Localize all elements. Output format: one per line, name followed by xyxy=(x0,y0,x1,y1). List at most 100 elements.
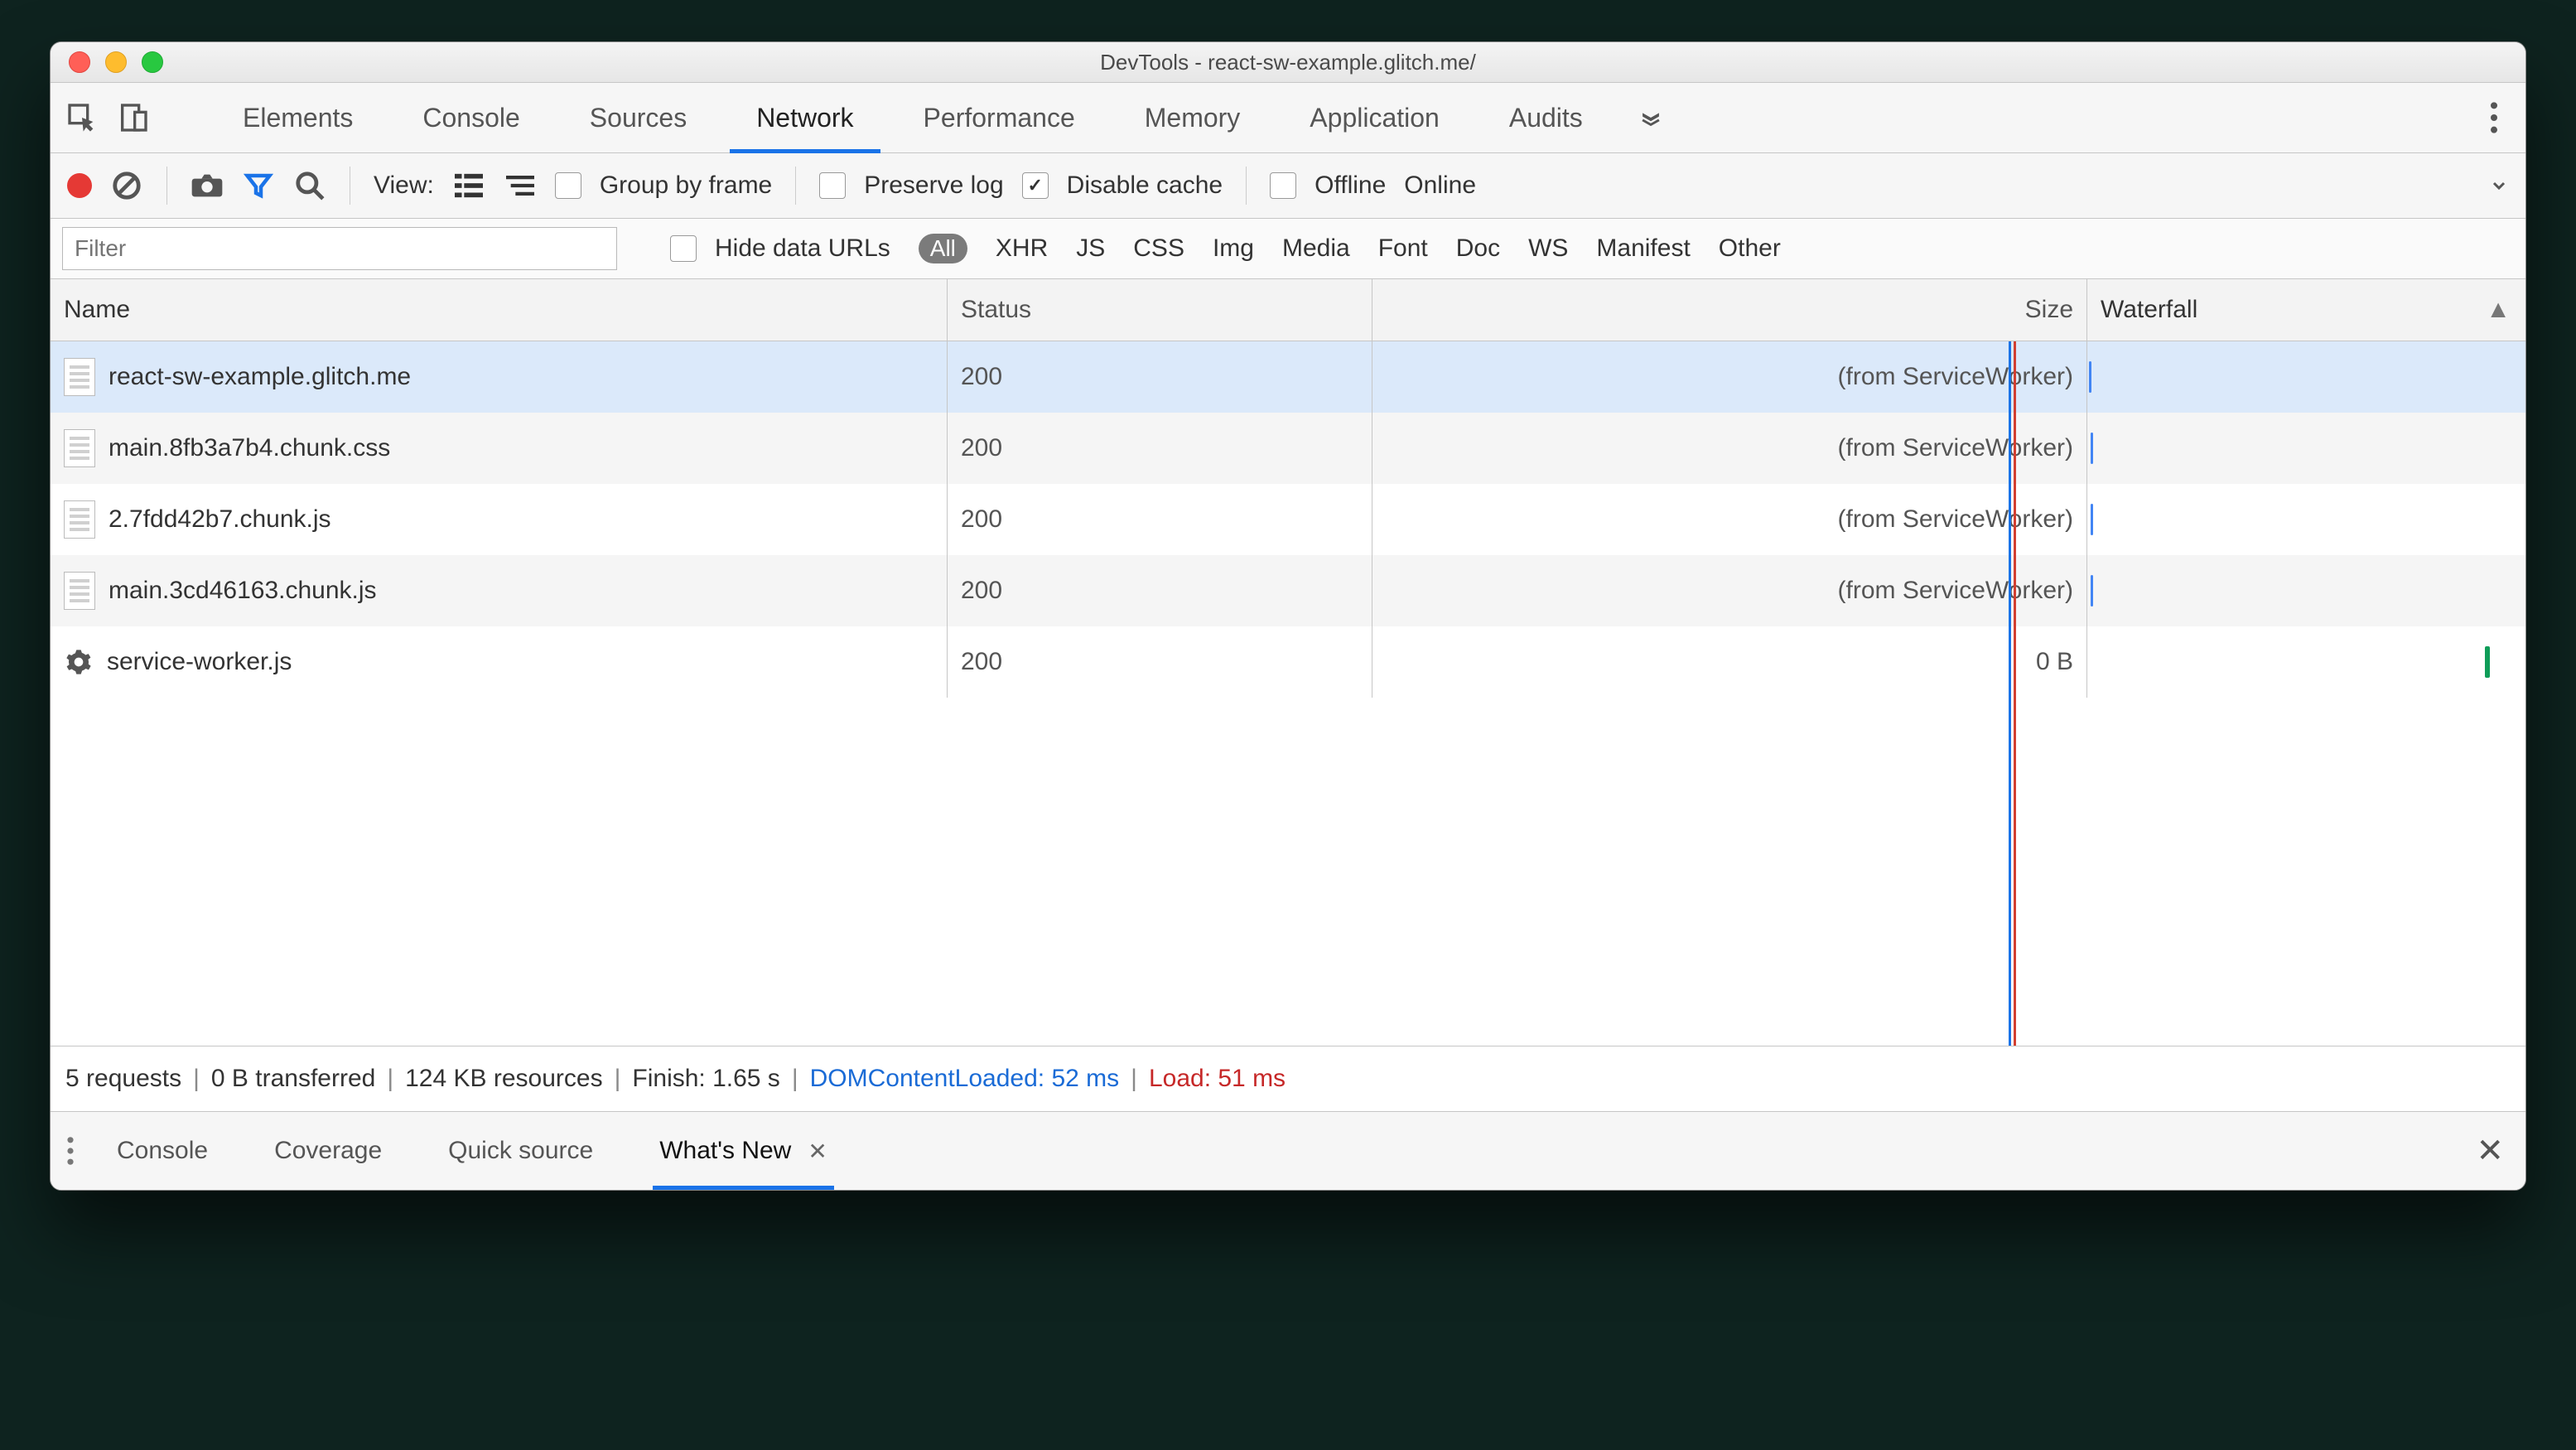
table-header: Name Status Size Waterfall ▲ xyxy=(51,279,2525,341)
window-title: DevTools - react-sw-example.glitch.me/ xyxy=(51,50,2525,75)
large-rows-icon[interactable] xyxy=(452,169,485,202)
tab-sources[interactable]: Sources xyxy=(555,83,721,152)
tab-audits[interactable]: Audits xyxy=(1474,83,1618,152)
type-filter-js[interactable]: JS xyxy=(1076,234,1105,263)
request-name: service-worker.js xyxy=(107,648,292,676)
minimize-window-button[interactable] xyxy=(105,51,127,73)
document-icon xyxy=(64,358,95,396)
tab-application[interactable]: Application xyxy=(1275,83,1474,152)
filter-bar: Hide data URLs All XHR JS CSS Img Media Font Do… xyxy=(51,219,2525,279)
tab-memory[interactable]: Memory xyxy=(1110,83,1276,152)
zoom-window-button[interactable] xyxy=(142,51,163,73)
tab-performance[interactable]: Performance xyxy=(889,83,1110,152)
network-toolbar: View: Group by frame Preserve log Disabl… xyxy=(51,153,2525,219)
filter-icon[interactable] xyxy=(242,169,275,202)
table-row[interactable]: service-worker.js 2000 B xyxy=(51,626,2525,698)
close-window-button[interactable] xyxy=(69,51,90,73)
table-row[interactable]: react-sw-example.glitch.me 200(from Servi… xyxy=(51,341,2525,413)
document-icon xyxy=(64,429,95,467)
tab-elements[interactable]: Elements xyxy=(208,83,388,152)
drawer-tab-console[interactable]: Console xyxy=(117,1112,208,1190)
cell-size: (from ServiceWorker) xyxy=(1372,484,2087,555)
request-name: main.8fb3a7b4.chunk.css xyxy=(109,434,390,462)
cell-size: (from ServiceWorker) xyxy=(1372,413,2087,484)
record-button[interactable] xyxy=(67,173,92,198)
cell-name: react-sw-example.glitch.me xyxy=(51,341,948,413)
table-row[interactable]: main.3cd46163.chunk.js 200(from ServiceWo… xyxy=(51,555,2525,626)
cell-name: main.3cd46163.chunk.js xyxy=(51,555,948,626)
throttling-selected[interactable]: Online xyxy=(1404,172,1476,200)
column-waterfall[interactable]: Waterfall ▲ xyxy=(2087,279,2525,341)
settings-kebab-icon[interactable] xyxy=(2477,101,2511,134)
column-status[interactable]: Status xyxy=(948,279,1372,341)
tab-console[interactable]: Console xyxy=(388,83,554,152)
drawer-tabstrip: Console Coverage Quick source What's New✕ ✕ xyxy=(51,1112,2525,1190)
type-filter-all[interactable]: All xyxy=(919,234,967,263)
drawer-tab-what-s-new[interactable]: What's New✕ xyxy=(659,1112,827,1190)
table-row[interactable]: main.8fb3a7b4.chunk.css200(from ServiceW… xyxy=(51,413,2525,484)
inspect-element-icon[interactable] xyxy=(65,101,99,134)
search-icon[interactable] xyxy=(293,169,326,202)
column-size[interactable]: Size xyxy=(1372,279,2087,341)
type-filter-ws[interactable]: WS xyxy=(1528,234,1568,263)
cell-name: main.8fb3a7b4.chunk.css xyxy=(51,413,948,484)
drawer-kebab-icon[interactable] xyxy=(65,1134,75,1167)
drawer-tab-close-icon[interactable]: ✕ xyxy=(808,1138,827,1165)
group-by-frame-label: Group by frame xyxy=(600,172,772,200)
summary-dcl: DOMContentLoaded: 52 ms xyxy=(810,1065,1120,1093)
overview-icon[interactable] xyxy=(504,169,537,202)
cell-status: 200 xyxy=(948,555,1372,626)
drawer-tab-quick-source[interactable]: Quick source xyxy=(448,1112,593,1190)
cell-status: 200 xyxy=(948,626,1372,698)
type-filter-img[interactable]: Img xyxy=(1213,234,1254,263)
clear-icon[interactable] xyxy=(110,169,143,202)
request-name: react-sw-example.glitch.me xyxy=(109,363,411,391)
offline-label: Offline xyxy=(1315,172,1386,200)
drawer-close-icon[interactable]: ✕ xyxy=(2476,1132,2504,1170)
cell-waterfall xyxy=(2087,341,2525,413)
capture-screenshots-icon[interactable] xyxy=(191,169,224,202)
hide-data-urls-checkbox[interactable] xyxy=(670,235,697,262)
cell-size: 0 B xyxy=(1372,626,2087,698)
type-filter-font[interactable]: Font xyxy=(1378,234,1428,263)
offline-checkbox[interactable] xyxy=(1270,172,1296,199)
type-filter-doc[interactable]: Doc xyxy=(1456,234,1500,263)
cell-waterfall xyxy=(2087,626,2525,698)
type-filter-manifest[interactable]: Manifest xyxy=(1596,234,1690,263)
summary-transferred: 0 B transferred xyxy=(211,1065,375,1093)
type-filter-xhr[interactable]: XHR xyxy=(996,234,1048,263)
view-label: View: xyxy=(374,172,434,200)
cell-size: (from ServiceWorker) xyxy=(1372,341,2087,413)
group-by-frame-checkbox[interactable] xyxy=(555,172,581,199)
throttling-dropdown-caret-icon[interactable] xyxy=(2489,176,2509,196)
disable-cache-label: Disable cache xyxy=(1067,172,1223,200)
window-controls xyxy=(69,51,163,73)
drawer-tab-coverage[interactable]: Coverage xyxy=(274,1112,382,1190)
device-toolbar-icon[interactable] xyxy=(117,101,150,134)
summary-bar: 5 requests| 0 B transferred| 124 KB reso… xyxy=(51,1046,2525,1112)
summary-load: Load: 51 ms xyxy=(1149,1065,1286,1093)
column-name[interactable]: Name xyxy=(51,279,948,341)
request-name: main.3cd46163.chunk.js xyxy=(109,577,377,605)
tab-network[interactable]: Network xyxy=(721,83,888,152)
preserve-log-checkbox[interactable] xyxy=(819,172,846,199)
summary-finish: Finish: 1.65 s xyxy=(632,1065,779,1093)
cell-name: service-worker.js xyxy=(51,626,948,698)
type-filter-media[interactable]: Media xyxy=(1282,234,1350,263)
preserve-log-label: Preserve log xyxy=(864,172,1003,200)
sort-caret-icon: ▲ xyxy=(2486,296,2511,324)
more-tabs-chevron-icon[interactable] xyxy=(1634,101,1667,134)
table-row[interactable]: 2.7fdd42b7.chunk.js200(from ServiceWorke… xyxy=(51,484,2525,555)
type-filter-other[interactable]: Other xyxy=(1719,234,1781,263)
hide-data-urls-label: Hide data URLs xyxy=(715,234,890,263)
filter-input[interactable] xyxy=(62,227,617,270)
summary-requests: 5 requests xyxy=(65,1065,181,1093)
cell-status: 200 xyxy=(948,341,1372,413)
type-filter-css[interactable]: CSS xyxy=(1133,234,1184,263)
cell-size: (from ServiceWorker) xyxy=(1372,555,2087,626)
cell-name: 2.7fdd42b7.chunk.js xyxy=(51,484,948,555)
disable-cache-checkbox[interactable] xyxy=(1022,172,1049,199)
cell-status: 200 xyxy=(948,484,1372,555)
cell-waterfall xyxy=(2087,484,2525,555)
gear-icon xyxy=(64,647,94,677)
